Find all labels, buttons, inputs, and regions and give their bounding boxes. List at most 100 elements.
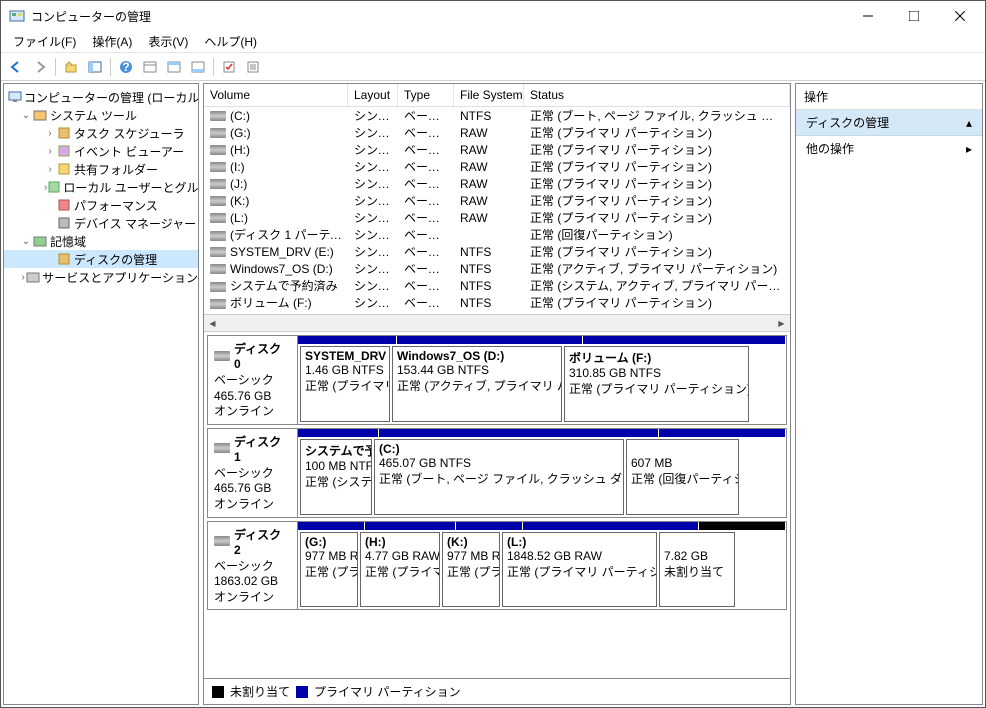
volume-row[interactable]: (G:)シンプルベーシックRAW正常 (プライマリ パーティション) (204, 124, 790, 141)
tree-item-label: 共有フォルダー (74, 161, 158, 178)
expand-icon[interactable]: › (44, 128, 56, 139)
menu-action[interactable]: 操作(A) (84, 31, 140, 52)
col-status[interactable]: Status (524, 84, 790, 106)
disk-row[interactable]: ディスク 2ベーシック1863.02 GBオンライン(G:)977 MB RA正… (207, 521, 787, 611)
forward-button[interactable] (29, 56, 51, 78)
volume-type: ベーシック (398, 243, 454, 260)
tree-group[interactable]: ⌄システム ツール (4, 106, 198, 124)
partition[interactable]: (K:)977 MB RA正常 (プライ (442, 532, 500, 608)
center-pane: Volume Layout Type File System Status (C… (203, 83, 791, 705)
disk-name: ディスク 2 (234, 526, 291, 557)
tree-root-label: コンピューターの管理 (ローカル) (24, 89, 199, 106)
volume-row[interactable]: (J:)シンプルベーシックRAW正常 (プライマリ パーティション) (204, 175, 790, 192)
expand-icon[interactable]: ⌄ (20, 110, 32, 121)
tree-item[interactable]: ›ローカル ユーザーとグループ (4, 178, 198, 196)
disk-row[interactable]: ディスク 0ベーシック465.76 GBオンラインSYSTEM_DRV (E1.… (207, 335, 787, 425)
partition-status: 正常 (プライマリ パ (305, 377, 385, 394)
volume-fs: NTFS (454, 279, 524, 293)
scroll-left-button[interactable]: ◀ (204, 315, 221, 332)
disk-name: ディスク 0 (234, 340, 291, 371)
disk-row[interactable]: ディスク 1ベーシック465.76 GBオンラインシステムで予約100 MB N… (207, 428, 787, 518)
partition-status: 正常 (プライマリ パーティション (507, 563, 652, 580)
actions-section-disk[interactable]: ディスクの管理 ▴ (796, 110, 982, 136)
tree-item[interactable]: ディスクの管理 (4, 250, 198, 268)
partition[interactable]: 607 MB正常 (回復パーティショ (626, 439, 739, 515)
volume-row[interactable]: (ディスク 1 パーティション 3)シンプルベーシック正常 (回復パーティション… (204, 226, 790, 243)
tree-item[interactable]: › 共有フォルダー (4, 160, 198, 178)
volume-fs: NTFS (454, 245, 524, 259)
tree-group[interactable]: ⌄記憶域 (4, 232, 198, 250)
view-top-button[interactable] (163, 56, 185, 78)
partition[interactable]: (C:)465.07 GB NTFS正常 (ブート, ページ ファイル, クラッ… (374, 439, 624, 515)
partition[interactable]: SYSTEM_DRV (E1.46 GB NTFS正常 (プライマリ パ (300, 346, 390, 422)
volume-status: 正常 (ブート, ページ ファイル, クラッシュ ダンプ, プライマリ パ (524, 107, 790, 124)
tree-root[interactable]: コンピューターの管理 (ローカル) (4, 88, 198, 106)
tree-item-label: パフォーマンス (74, 197, 158, 214)
volume-row[interactable]: (K:)シンプルベーシックRAW正常 (プライマリ パーティション) (204, 192, 790, 209)
volume-row[interactable]: (I:)シンプルベーシックRAW正常 (プライマリ パーティション) (204, 158, 790, 175)
volume-list-header: Volume Layout Type File System Status (204, 84, 790, 107)
partition[interactable]: Windows7_OS (D:)153.44 GB NTFS正常 (アクティブ,… (392, 346, 562, 422)
actions-other[interactable]: 他の操作 ▸ (796, 136, 982, 161)
close-button[interactable] (937, 1, 983, 31)
disk-icon (214, 443, 230, 453)
expand-icon[interactable]: ⌄ (20, 236, 32, 247)
disk-icon (214, 536, 230, 546)
volume-row[interactable]: SYSTEM_DRV (E:)シンプルベーシックNTFS正常 (プライマリ パー… (204, 243, 790, 260)
tree-item[interactable]: › イベント ビューアー (4, 142, 198, 160)
menu-view[interactable]: 表示(V) (140, 31, 196, 52)
col-layout[interactable]: Layout (348, 84, 398, 106)
view-bottom-button[interactable] (187, 56, 209, 78)
options-button[interactable] (139, 56, 161, 78)
menu-help[interactable]: ヘルプ(H) (196, 31, 265, 52)
maximize-button[interactable] (891, 1, 937, 31)
properties-button[interactable] (242, 56, 264, 78)
expand-icon[interactable]: › (44, 164, 56, 175)
volume-type: ベーシック (398, 209, 454, 226)
folder-icon (32, 233, 48, 249)
volume-row[interactable]: (C:)シンプルベーシックNTFS正常 (ブート, ページ ファイル, クラッシ… (204, 107, 790, 124)
back-button[interactable] (5, 56, 27, 78)
disk-label: ディスク 2ベーシック1863.02 GBオンライン (208, 522, 298, 610)
help-button[interactable]: ? (115, 56, 137, 78)
tree-item[interactable]: パフォーマンス (4, 196, 198, 214)
scroll-right-button[interactable]: ▶ (773, 315, 790, 332)
partition-title: ボリューム (F:) (569, 349, 744, 366)
tree-item-label: イベント ビューアー (74, 143, 184, 160)
col-volume[interactable]: Volume (204, 84, 348, 106)
volume-row[interactable]: システムで予約済みシンプルベーシックNTFS正常 (システム, アクティブ, プ… (204, 277, 790, 294)
volume-row[interactable]: Windows7_OS (D:)シンプルベーシックNTFS正常 (アクティブ, … (204, 260, 790, 277)
menu-file[interactable]: ファイル(F) (5, 31, 84, 52)
partition-size: 1848.52 GB RAW (507, 549, 652, 563)
partition[interactable]: (G:)977 MB RA正常 (プライ (300, 532, 358, 608)
volume-row[interactable]: (L:)シンプルベーシックRAW正常 (プライマリ パーティション) (204, 209, 790, 226)
minimize-button[interactable] (845, 1, 891, 31)
col-type[interactable]: Type (398, 84, 454, 106)
tree-group[interactable]: ›サービスとアプリケーション (4, 268, 198, 286)
partition[interactable]: ボリューム (F:)310.85 GB NTFS正常 (プライマリ パーティショ… (564, 346, 749, 422)
show-hide-tree-button[interactable] (84, 56, 106, 78)
settings-button[interactable] (218, 56, 240, 78)
expand-icon[interactable]: › (44, 146, 56, 157)
volume-icon (210, 111, 226, 121)
disk-state: オンライン (214, 497, 291, 513)
up-button[interactable] (60, 56, 82, 78)
volume-icon (210, 247, 226, 257)
volume-row[interactable]: ボリューム (F:)シンプルベーシックNTFS正常 (プライマリ パーティション… (204, 294, 790, 311)
volume-row[interactable]: (H:)シンプルベーシックRAW正常 (プライマリ パーティション) (204, 141, 790, 158)
volume-layout: シンプル (348, 294, 398, 311)
col-fs[interactable]: File System (454, 84, 524, 106)
toolbar: ? (1, 53, 985, 81)
partition[interactable]: 7.82 GB未割り当て (659, 532, 735, 608)
disk-state: オンライン (214, 590, 291, 606)
tree-item[interactable]: ›タスク スケジューラ (4, 124, 198, 142)
horizontal-scrollbar[interactable]: ◀ ▶ (204, 315, 790, 332)
volume-status: 正常 (プライマリ パーティション) (524, 294, 790, 311)
tree-item[interactable]: デバイス マネージャー (4, 214, 198, 232)
partition[interactable]: (H:)4.77 GB RAW正常 (プライマリ (360, 532, 440, 608)
partition[interactable]: システムで予約100 MB NTFS正常 (システム (300, 439, 372, 515)
partition[interactable]: (L:)1848.52 GB RAW正常 (プライマリ パーティション (502, 532, 657, 608)
volume-list[interactable]: (C:)シンプルベーシックNTFS正常 (ブート, ページ ファイル, クラッシ… (204, 107, 790, 315)
volume-layout: シンプル (348, 226, 398, 243)
disk-type: ベーシック (214, 466, 291, 482)
